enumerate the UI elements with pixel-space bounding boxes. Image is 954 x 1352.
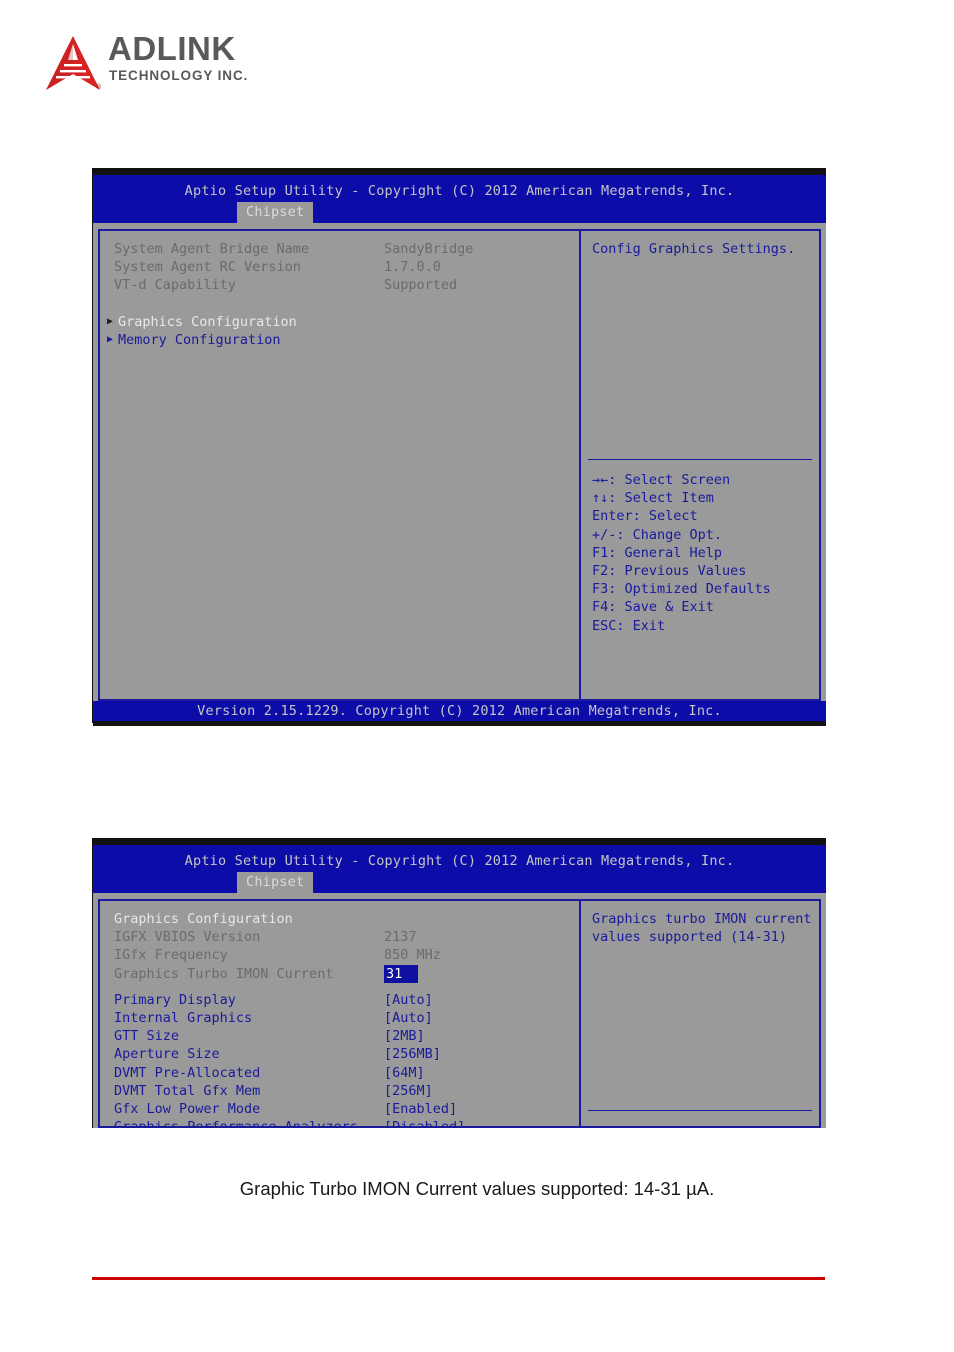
bios-header-bar: Aptio Setup Utility - Copyright (C) 2012… (93, 845, 826, 893)
info-label: VT-d Capability (114, 277, 236, 294)
info-row: System Agent RC Version 1.7.0.0 (100, 258, 579, 276)
settings-pane: System Agent Bridge Name SandyBridge Sys… (98, 229, 580, 701)
setting-value[interactable]: [256M] (384, 1082, 433, 1100)
legend-save-and-exit: F4: Save & Exit (592, 599, 714, 616)
setting-value[interactable]: [Auto] (384, 991, 433, 1009)
key-legend: →←: Select Screen ↑↓: Select Item Enter:… (581, 471, 819, 635)
registered-mark: ® (96, 84, 102, 91)
screen-top-border (93, 168, 826, 175)
menu-item-label: Memory Configuration (118, 331, 281, 348)
help-pane: Graphics turbo IMON current values suppo… (580, 899, 821, 1128)
figure-caption: Graphic Turbo IMON Current values suppor… (239, 1178, 715, 1199)
info-row: System Agent Bridge Name SandyBridge (100, 240, 579, 258)
screen-top-border (93, 838, 826, 845)
setting-label: Internal Graphics (114, 1010, 253, 1027)
legend-enter-select: Enter: Select (592, 508, 698, 525)
setting-row-internal-graphics[interactable]: Internal Graphics [Auto] (100, 1009, 579, 1027)
brand-name: ADLINK (108, 30, 236, 67)
setting-label: Graphics Performance Analyzers (114, 1119, 358, 1128)
submenu-arrow-icon: ▶ (107, 333, 114, 345)
legend-esc-exit: ESC: Exit (592, 617, 666, 634)
bios-screenshot-graphics-configuration: Aptio Setup Utility - Copyright (C) 2012… (92, 838, 826, 1128)
setting-row-graphics-performance-analyzers[interactable]: Graphics Performance Analyzers [Disabled… (100, 1118, 579, 1128)
menu-item-memory-configuration[interactable]: ▶ Memory Configuration (100, 331, 579, 349)
legend-previous-values: F2: Previous Values (592, 563, 747, 580)
setting-label: DVMT Pre-Allocated (114, 1064, 261, 1081)
info-label: System Agent RC Version (114, 259, 301, 276)
section-header: Graphics Configuration (114, 911, 293, 927)
row-spacer (100, 983, 579, 991)
legend-general-help: F1: General Help (592, 544, 723, 561)
imon-current-input[interactable]: 31 (384, 964, 418, 983)
help-text-line: Config Graphics Settings. (592, 241, 796, 257)
setting-row-gfx-low-power-mode[interactable]: Gfx Low Power Mode [Enabled] (100, 1100, 579, 1118)
help-divider (588, 1110, 812, 1111)
info-row: IGfx Frequency 850 MHz (100, 946, 579, 964)
footer-divider (92, 1277, 825, 1280)
info-row: IGFX VBIOS Version 2137 (100, 928, 579, 946)
legend-select-item: ↑↓: Select Item (592, 490, 714, 507)
info-label: IGfx Frequency (114, 947, 228, 964)
setting-value[interactable]: [Auto] (384, 1009, 433, 1027)
setting-row-dvmt-total-gfx-mem[interactable]: DVMT Total Gfx Mem [256M] (100, 1082, 579, 1100)
info-value: SandyBridge (384, 241, 474, 257)
setting-row-primary-display[interactable]: Primary Display [Auto] (100, 991, 579, 1009)
setting-label: DVMT Total Gfx Mem (114, 1082, 261, 1099)
legend-optimized-defaults: F3: Optimized Defaults (592, 581, 771, 598)
menu-item-label: Graphics Configuration (118, 313, 297, 330)
setting-label: GTT Size (114, 1028, 180, 1045)
help-text-line: values supported (14-31) (592, 929, 788, 946)
bios-title: Aptio Setup Utility - Copyright (C) 2012… (184, 853, 735, 869)
bios-footer: Version 2.15.1229. Copyright (C) 2012 Am… (93, 701, 826, 721)
adlink-logo: ADLINK TECHNOLOGY INC. ® (44, 32, 304, 94)
setting-row-graphics-turbo-imon-current[interactable]: Graphics Turbo IMON Current 31 (100, 964, 579, 983)
submenu-arrow-icon: ▶ (107, 315, 114, 327)
info-label: System Agent Bridge Name (114, 241, 310, 257)
setting-value[interactable]: [256MB] (384, 1045, 441, 1063)
tab-chipset[interactable]: Chipset (237, 872, 314, 893)
bios-header-bar: Aptio Setup Utility - Copyright (C) 2012… (93, 175, 826, 223)
help-divider (588, 459, 812, 460)
bios-title: Aptio Setup Utility - Copyright (C) 2012… (184, 183, 735, 199)
setting-row-aperture-size[interactable]: Aperture Size [256MB] (100, 1045, 579, 1063)
setting-label: Graphics Turbo IMON Current (114, 965, 334, 982)
setting-value[interactable]: [Disabled] (384, 1118, 465, 1126)
row-spacer (100, 295, 579, 313)
setting-label: Primary Display (114, 991, 236, 1008)
legend-change-opt: +/-: Change Opt. (592, 526, 723, 543)
info-value: 850 MHz (384, 947, 441, 964)
info-value: 2137 (384, 929, 417, 946)
info-row: VT-d Capability Supported (100, 276, 579, 294)
help-text-line: Graphics turbo IMON current (592, 911, 812, 927)
bios-body: Graphics Configuration IGFX VBIOS Versio… (93, 893, 826, 1128)
brand-tagline: TECHNOLOGY INC. (109, 68, 249, 83)
info-label: IGFX VBIOS Version (114, 929, 261, 946)
legend-select-screen: →←: Select Screen (592, 472, 731, 488)
setting-value[interactable]: [64M] (384, 1064, 425, 1082)
setting-row-gtt-size[interactable]: GTT Size [2MB] (100, 1027, 579, 1045)
tab-chipset[interactable]: Chipset (237, 202, 314, 223)
help-pane: Config Graphics Settings. →←: Select Scr… (580, 229, 821, 701)
section-header-row: Graphics Configuration (100, 910, 579, 928)
settings-pane: Graphics Configuration IGFX VBIOS Versio… (98, 899, 580, 1128)
info-value: Supported (384, 277, 458, 294)
setting-value[interactable]: [2MB] (384, 1027, 425, 1045)
adlink-logo-text: ADLINK TECHNOLOGY INC. (108, 32, 303, 90)
setting-label: Gfx Low Power Mode (114, 1101, 261, 1118)
info-value: 1.7.0.0 (384, 259, 441, 276)
setting-row-dvmt-pre-allocated[interactable]: DVMT Pre-Allocated [64M] (100, 1064, 579, 1082)
bios-screenshot-chipset-main: Aptio Setup Utility - Copyright (C) 2012… (92, 168, 826, 726)
adlink-logo-mark (46, 36, 100, 90)
bios-body: System Agent Bridge Name SandyBridge Sys… (93, 223, 826, 701)
setting-value[interactable]: [Enabled] (384, 1100, 457, 1118)
menu-item-graphics-configuration[interactable]: ▶ Graphics Configuration (100, 313, 579, 331)
bios-tabbar: Chipset (237, 201, 314, 223)
screen-bottom-border (93, 721, 826, 726)
bios-tabbar: Chipset (237, 871, 314, 893)
setting-label: Aperture Size (114, 1046, 220, 1063)
